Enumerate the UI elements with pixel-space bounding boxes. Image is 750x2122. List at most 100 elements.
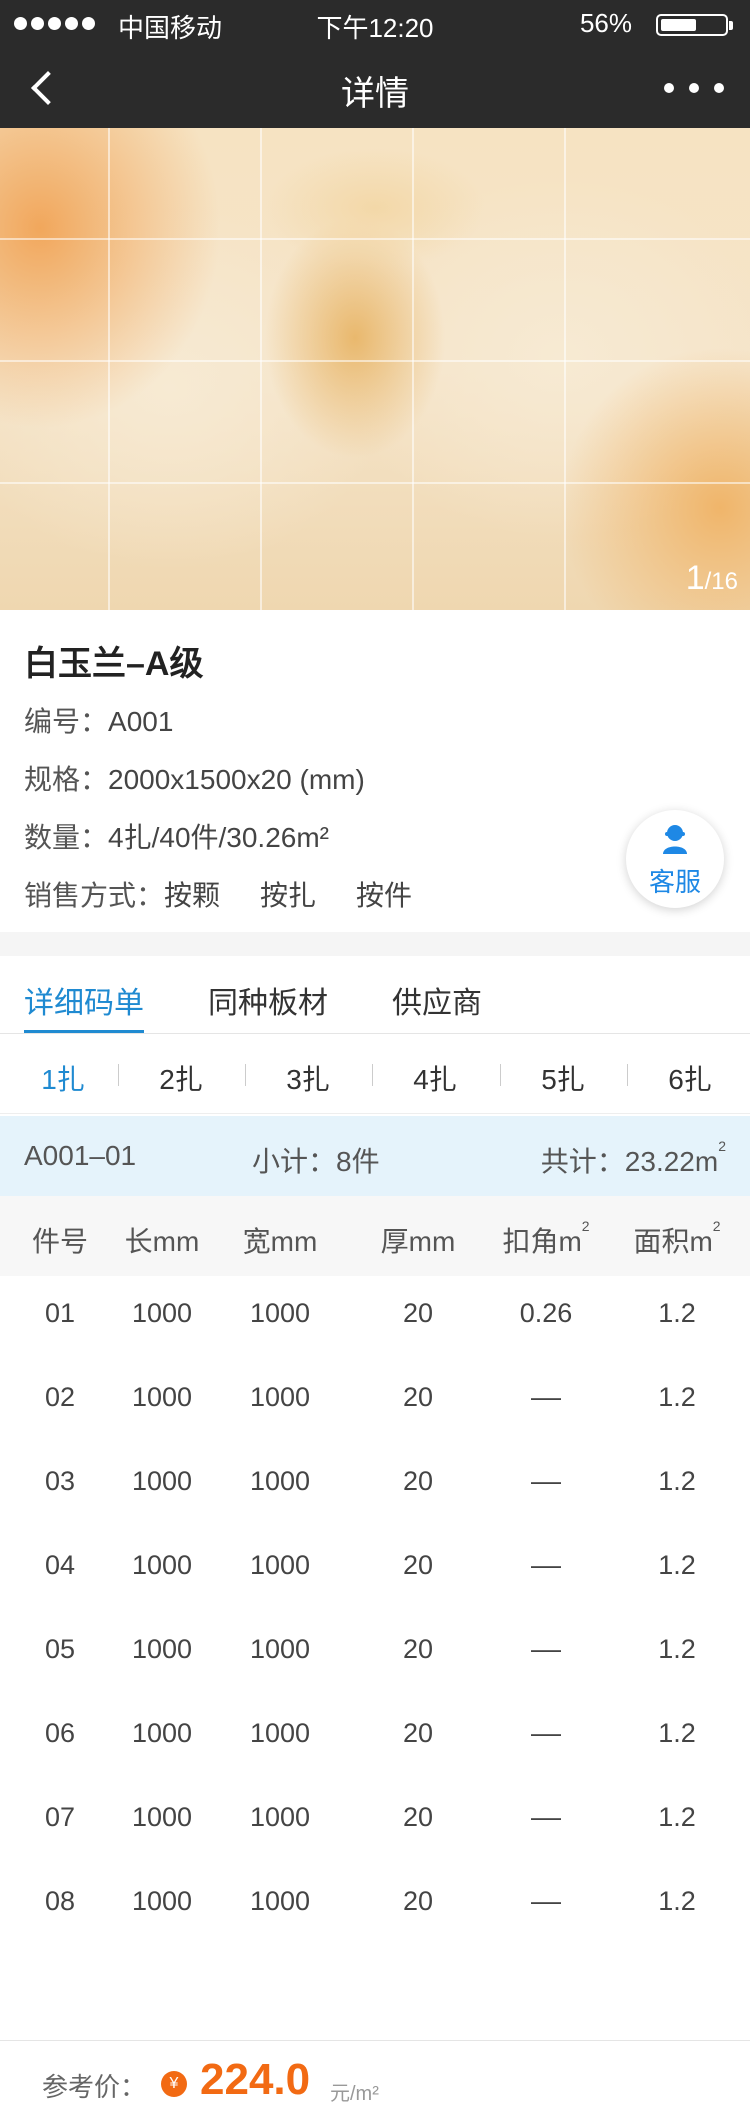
table-cell: 20 — [402, 1382, 434, 1412]
image-current: 1 — [685, 559, 705, 597]
table-row: 05 1000 1000 20 –– 1.2 — [0, 1612, 750, 1696]
sale-option-slab[interactable]: 按件 — [356, 880, 412, 911]
battery-percent: 56% — [579, 8, 632, 38]
bundle-subtotal: 小计：8件 — [252, 1146, 380, 1177]
sale-method-row: 销售方式：按颗 按扎 按件 — [24, 874, 412, 914]
product-info: 白玉兰–A级 编号：A001 规格：2000x1500x20 (mm) 数量：4… — [0, 610, 750, 932]
price-footer: 参考价： ¥ 224.0 元/m² — [0, 2040, 750, 2122]
qty-label: 数量： — [24, 822, 109, 853]
table-cell: 1000 — [131, 1718, 193, 1748]
table-row: 06 1000 1000 20 –– 1.2 — [0, 1696, 750, 1780]
bundle-3[interactable]: 3扎 — [245, 1058, 371, 1098]
table-cell: 20 — [402, 1466, 434, 1496]
product-code-row: 编号：A001 — [24, 700, 173, 740]
table-cell: 1000 — [249, 1382, 311, 1412]
active-tab-indicator — [24, 1030, 144, 1033]
table-cell: 1000 — [249, 1298, 311, 1328]
table-cell: 20 — [402, 1718, 434, 1748]
table-cell: 1000 — [131, 1802, 193, 1832]
bundle-4[interactable]: 4扎 — [372, 1058, 498, 1098]
bundle-total-text: 共计：23.22m — [540, 1146, 719, 1177]
product-spec-row: 规格：2000x1500x20 (mm) — [24, 758, 365, 798]
table-cell: 1.2 — [658, 1802, 696, 1832]
table-cell: 1000 — [249, 1886, 311, 1916]
bundle-total: 共计：23.22m2 — [540, 1138, 726, 1180]
bundle-5[interactable]: 5扎 — [500, 1058, 626, 1098]
nav-bar: 详情 — [0, 48, 750, 128]
tab-supplier[interactable]: 供应商 — [392, 978, 482, 1022]
table-cell: 20 — [402, 1634, 434, 1664]
status-bar: 中国移动 下午12:20 56% — [0, 0, 750, 48]
table-cell: –– — [530, 1634, 562, 1664]
table-cell: 1.2 — [658, 1298, 696, 1328]
table-cell: 1000 — [249, 1466, 311, 1496]
price-unit: 元/m² — [330, 2083, 379, 2105]
table-row: 04 1000 1000 20 –– 1.2 — [0, 1528, 750, 1612]
bundle-6[interactable]: 6扎 — [627, 1058, 750, 1098]
table-cell: 20 — [402, 1886, 434, 1916]
spec-value: 2000x1500x20 (mm) — [108, 764, 365, 795]
code-value: A001 — [108, 706, 174, 737]
table-cell: 1000 — [131, 1550, 193, 1580]
table-cell: 20 — [402, 1802, 434, 1832]
yuan-icon: ¥ — [161, 2071, 187, 2097]
bundle-total-sup: 2 — [718, 1138, 726, 1154]
image-total: /16 — [704, 568, 738, 595]
table-cell: –– — [530, 1886, 562, 1916]
table-cell: –– — [530, 1382, 562, 1412]
header-cell: 宽mm — [242, 1226, 318, 1257]
tab-same-slab[interactable]: 同种板材 — [208, 978, 328, 1022]
bundle-2[interactable]: 2扎 — [118, 1058, 244, 1098]
top-bar: 中国移动 下午12:20 56% 详情 — [0, 0, 750, 128]
more-icon[interactable] — [664, 78, 724, 98]
table-cell: 1.2 — [658, 1466, 696, 1496]
table-cell: 1000 — [131, 1634, 193, 1664]
table-cell: 1.2 — [658, 1382, 696, 1412]
reference-price: 224.0 — [200, 2055, 311, 2104]
bundle-selector: 1扎 2扎 3扎 4扎 5扎 6扎 — [0, 1034, 750, 1114]
table-cell: 1000 — [131, 1382, 193, 1412]
code-label: 编号： — [24, 706, 109, 737]
spec-label: 规格： — [24, 764, 109, 795]
product-image[interactable]: 1/16 — [0, 128, 750, 610]
service-person-icon — [663, 825, 687, 854]
table-row: 01 1000 1000 20 0.26 1.2 — [0, 1276, 750, 1360]
header-cell: 长mm — [124, 1226, 200, 1257]
product-qty-row: 数量：4扎/40件/30.26m² — [24, 816, 329, 856]
detail-tabs: 详细码单 同种板材 供应商 — [0, 956, 750, 1034]
header-cell: 扣角m2 — [502, 1218, 590, 1257]
header-cell: 厚mm — [380, 1226, 456, 1257]
battery-icon — [656, 14, 733, 36]
table-cell: 1000 — [249, 1550, 311, 1580]
sale-option-piece[interactable]: 按颗 — [164, 880, 220, 911]
table-cell: 1000 — [131, 1298, 193, 1328]
table-cell: 1000 — [131, 1466, 193, 1496]
customer-service-button[interactable]: 客服 — [626, 810, 724, 908]
bundle-1[interactable]: 1扎 — [0, 1058, 126, 1098]
table-row: 07 1000 1000 20 –– 1.2 — [0, 1780, 750, 1864]
table-row: 03 1000 1000 20 –– 1.2 — [0, 1444, 750, 1528]
table-row: 08 1000 1000 20 –– 1.2 — [0, 1864, 750, 1948]
service-label: 客服 — [648, 867, 701, 897]
page-title: 详情 — [341, 75, 409, 113]
table-cell: –– — [530, 1466, 562, 1496]
table-cell: 1.2 — [658, 1718, 696, 1748]
sale-option-bundle[interactable]: 按扎 — [260, 880, 316, 911]
table-row: 02 1000 1000 20 –– 1.2 — [0, 1360, 750, 1444]
bundle-summary: A001–01 小计：8件 共计：23.22m2 — [0, 1116, 750, 1196]
tab-detail-list[interactable]: 详细码单 — [24, 978, 144, 1022]
table-cell: 1.2 — [658, 1634, 696, 1664]
table-cell: 1000 — [131, 1886, 193, 1916]
section-divider — [0, 932, 750, 956]
table-cell: 1.2 — [658, 1886, 696, 1916]
image-counter: 1/16 — [686, 559, 738, 598]
header-cell: 面积m2 — [633, 1218, 721, 1257]
table-header: 件号 长mm 宽mm 厚mm 扣角m2 面积m2 — [0, 1196, 750, 1276]
table-cell: 0.26 — [519, 1298, 573, 1328]
table-cell: –– — [530, 1550, 562, 1580]
bundle-code: A001–01 — [24, 1140, 137, 1171]
table-cell: 1000 — [249, 1802, 311, 1832]
table-cell: 1000 — [249, 1634, 311, 1664]
table-cell: –– — [530, 1718, 562, 1748]
table-cell: 1000 — [249, 1718, 311, 1748]
